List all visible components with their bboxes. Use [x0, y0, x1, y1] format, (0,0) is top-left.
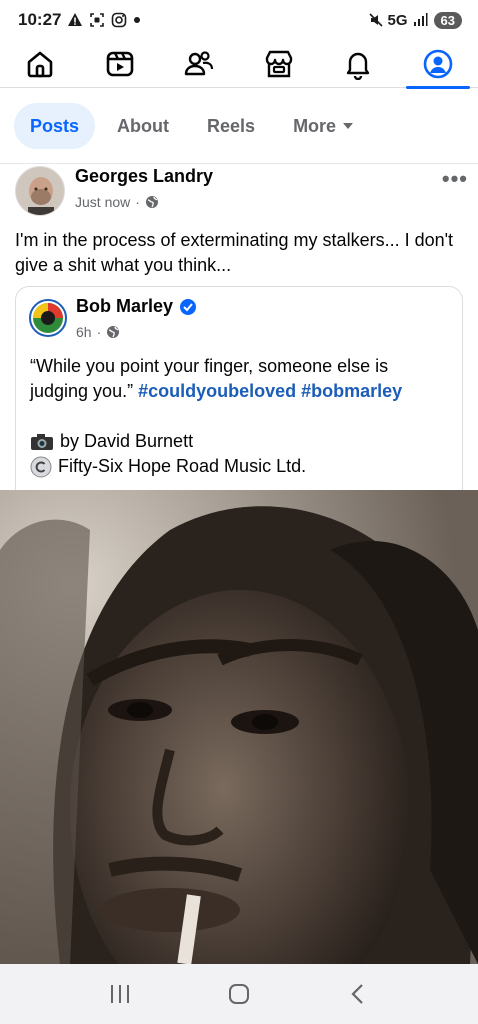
shared-meta: 6h · [76, 324, 120, 340]
status-time: 10:27 [18, 10, 62, 29]
recent-apps-button[interactable] [100, 974, 140, 1014]
home-circle-icon [228, 984, 249, 1004]
status-bar: 10:27 5G 63 [0, 0, 478, 40]
system-nav-bar [0, 964, 478, 1024]
shared-post-card[interactable]: Bob Marley 6h · “While you point your fi… [15, 286, 463, 496]
photo-credit-line: by David Burnett [30, 429, 450, 454]
page-logo-icon [33, 303, 63, 333]
hashtag-bobmarley[interactable]: #bobmarley [301, 381, 402, 401]
post-time[interactable]: Just now [75, 194, 130, 210]
mute-icon [368, 13, 383, 27]
recent-apps-icon [110, 985, 129, 1003]
top-nav [0, 40, 478, 89]
shared-photo[interactable] [0, 490, 478, 964]
portrait-image [0, 490, 478, 964]
video-icon [106, 51, 133, 76]
tab-posts[interactable]: Posts [14, 103, 96, 149]
caret-down-icon [343, 123, 354, 129]
home-button[interactable] [219, 974, 259, 1014]
status-left: 10:27 [18, 10, 141, 30]
tab-more-label: More [293, 115, 337, 136]
shared-quote: “While you point your finger, someone el… [30, 354, 450, 404]
tab-about[interactable]: About [101, 103, 185, 149]
screenshot-icon [90, 13, 105, 27]
globe-icon [107, 326, 120, 338]
nav-home[interactable] [8, 40, 72, 88]
nav-video[interactable] [88, 40, 152, 88]
profile-tabs: Posts About Reels More [14, 103, 370, 149]
marketplace-icon [265, 50, 292, 77]
page-avatar[interactable] [29, 299, 67, 337]
avatar[interactable] [15, 166, 65, 216]
tab-more[interactable]: More [277, 103, 370, 149]
warning-icon [68, 13, 83, 26]
status-right: 5G 63 [368, 11, 462, 29]
network-label: 5G [387, 11, 408, 29]
nav-profile[interactable] [405, 40, 470, 89]
page-name[interactable]: Bob Marley [76, 296, 197, 317]
post-header: Georges Landry Just now · ••• [15, 164, 470, 220]
copyright-text: Fifty-Six Hope Road Music Ltd. [58, 456, 307, 476]
battery-badge: 63 [433, 11, 462, 29]
signal-icon [413, 13, 428, 26]
copyright-icon [30, 456, 52, 477]
post-meta: Just now · [75, 194, 159, 210]
back-chevron-icon [351, 984, 364, 1004]
copyright-line: Fifty-Six Hope Road Music Ltd. [30, 454, 450, 479]
shared-time[interactable]: 6h [76, 324, 92, 340]
profile-icon [423, 49, 453, 78]
globe-icon [145, 196, 158, 208]
bell-icon [347, 52, 370, 80]
shared-separator: · [96, 324, 102, 340]
nav-notifications[interactable] [326, 40, 390, 88]
post-text: I'm in the process of exterminating my s… [15, 230, 454, 275]
friends-icon [184, 50, 214, 75]
nav-friends[interactable] [167, 40, 231, 88]
instagram-icon [112, 12, 127, 28]
meta-separator: · [135, 194, 140, 210]
camera-icon [31, 433, 53, 450]
more-options-icon[interactable]: ••• [442, 166, 468, 192]
nav-marketplace[interactable] [247, 40, 311, 88]
home-icon [27, 51, 53, 77]
dot-icon [134, 17, 141, 23]
post-author[interactable]: Georges Landry [75, 166, 213, 187]
tab-reels[interactable]: Reels [191, 103, 271, 149]
verified-badge-icon [180, 298, 197, 315]
photo-credit: by David Burnett [60, 431, 194, 451]
back-button[interactable] [338, 974, 378, 1014]
avatar-image [16, 167, 64, 215]
hashtag-couldyoubeloved[interactable]: #couldyoubeloved [138, 381, 296, 401]
page-name-label: Bob Marley [76, 296, 174, 316]
